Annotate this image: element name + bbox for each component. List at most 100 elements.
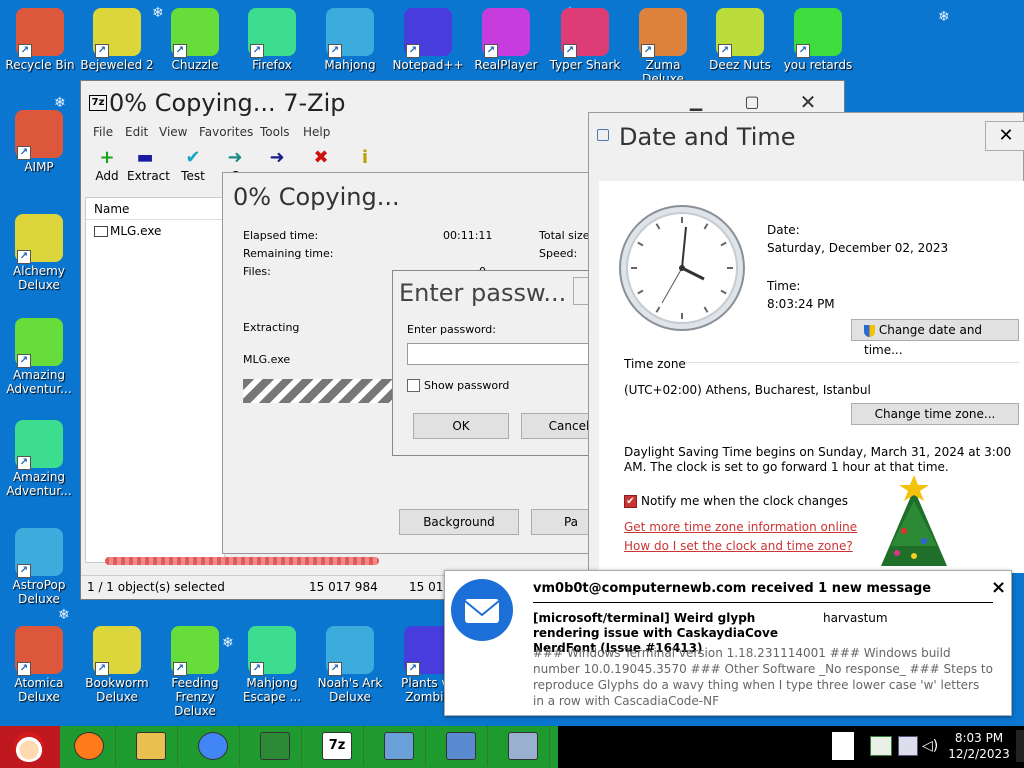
time-zone-info-link[interactable]: Get more time zone information online: [624, 520, 857, 534]
desktop-icon-label: Alchemy Deluxe: [13, 264, 65, 292]
7zip-menubar: File Edit View Favorites Tools Help: [81, 125, 591, 143]
desktop-icon[interactable]: ↗ Feeding Frenzy Deluxe: [155, 626, 235, 718]
desktop-icon[interactable]: ↗ Mahjong: [310, 8, 390, 72]
desktop-icon-label: Mahjong: [324, 58, 376, 72]
taskbar-app-button[interactable]: [186, 726, 240, 766]
toolbar-button[interactable]: ▬ Extract: [127, 147, 170, 183]
password-input[interactable]: [407, 343, 603, 365]
menu-file[interactable]: File: [93, 125, 113, 139]
desktop-icon[interactable]: ↗ Deez Nuts: [700, 8, 780, 72]
taskbar-app-button[interactable]: [372, 726, 426, 766]
desktop-icon[interactable]: ↗ AIMP: [0, 110, 79, 174]
change-time-zone-button[interactable]: Change time zone...: [851, 403, 1019, 425]
volume-icon[interactable]: [898, 736, 918, 756]
desktop-icon[interactable]: ↗ Bejeweled 2: [77, 8, 157, 72]
start-button[interactable]: [0, 726, 60, 768]
shortcut-arrow-icon: ↗: [17, 250, 31, 264]
taskbar-app-button[interactable]: 7z: [310, 726, 364, 766]
desktop-icon-label: you retards: [783, 58, 853, 72]
toolbar-button[interactable]: ➜: [259, 147, 295, 169]
elapsed-label: Elapsed time:: [243, 229, 319, 242]
realplayer-icon: ↗: [482, 8, 530, 58]
speaker-icon[interactable]: ◁): [922, 738, 938, 754]
shortcut-arrow-icon: ↗: [328, 662, 342, 676]
shortcut-arrow-icon: ↗: [250, 44, 264, 58]
shortcut-arrow-icon: ↗: [484, 44, 498, 58]
shortcut-arrow-icon: ↗: [17, 146, 31, 160]
shortcut-arrow-icon: ↗: [641, 44, 655, 58]
desktop-icon[interactable]: ↗ Firefox: [232, 8, 312, 72]
toolbar-icon: ✖: [313, 147, 329, 168]
show-hidden-icons[interactable]: [832, 732, 854, 760]
exe-file-icon: [94, 226, 108, 237]
password-title[interactable]: Enter passw...: [399, 279, 566, 307]
taskbar-app-button[interactable]: [434, 726, 488, 766]
copying-title[interactable]: 0% Copying...: [233, 183, 400, 211]
desktop-icon[interactable]: ↗ Recycle Bin: [0, 8, 80, 72]
desktop-icon[interactable]: ↗ Bookworm Deluxe: [77, 626, 157, 704]
notify-checkbox[interactable]: ✔: [624, 495, 637, 508]
menu-edit[interactable]: Edit: [125, 125, 148, 139]
toolbar-icon: i: [361, 147, 369, 168]
taskbar-app-button[interactable]: [248, 726, 302, 766]
shortcut-arrow-icon: ↗: [406, 662, 420, 676]
toolbar-icon: ➜: [269, 147, 285, 168]
toolbar-icon: ▬: [136, 147, 154, 168]
menu-favorites[interactable]: Favorites: [199, 125, 253, 139]
date-time-close-button[interactable]: ✕: [985, 121, 1024, 151]
7zip-logo-icon: 7z: [89, 95, 107, 111]
taskbar-clock[interactable]: 8:03 PM 12/2/2023: [944, 730, 1014, 762]
change-date-time-button[interactable]: Change date and time...: [851, 319, 1019, 357]
feeding-frenzy-icon: ↗: [171, 626, 219, 676]
taskbar-app-button[interactable]: [124, 726, 178, 766]
desktop-icon[interactable]: ↗ Atomica Deluxe: [0, 626, 79, 704]
toolbar-label: Extract: [127, 169, 170, 183]
toolbar-label: Test: [181, 169, 205, 183]
toolbar-button[interactable]: ✖: [303, 147, 339, 169]
show-desktop-button[interactable]: [1016, 730, 1024, 762]
taskbar-app-button[interactable]: [496, 726, 550, 766]
desktop-icon[interactable]: ↗ Chuzzle: [155, 8, 235, 72]
list-item[interactable]: MLG.exe: [86, 220, 224, 242]
desktop-icon[interactable]: ↗ Typer Shark: [545, 8, 625, 72]
toolbar-button[interactable]: i: [347, 147, 383, 169]
desktop-icon[interactable]: ↗ Notepad++: [388, 8, 468, 72]
menu-help[interactable]: Help: [303, 125, 330, 139]
show-password-checkbox[interactable]: [407, 379, 420, 392]
taskbar-app-button[interactable]: [62, 726, 116, 766]
mail-notification[interactable]: vm0b0t@computernewb.com received 1 new m…: [444, 570, 1012, 716]
menu-tools[interactable]: Tools: [260, 125, 290, 139]
shortcut-arrow-icon: ↗: [95, 662, 109, 676]
desktop-icon[interactable]: ↗ Alchemy Deluxe: [0, 214, 79, 292]
menu-view[interactable]: View: [159, 125, 187, 139]
desktop-icon-label: AIMP: [24, 160, 54, 174]
desktop-icon[interactable]: ↗ you retards: [778, 8, 858, 72]
network-icon[interactable]: [870, 736, 892, 756]
desktop-icon[interactable]: ↗ Mahjong Escape ...: [232, 626, 312, 704]
notification-header: vm0b0t@computernewb.com received 1 new m…: [533, 581, 932, 596]
change-date-time-label: Change date and time...: [864, 323, 983, 357]
shortcut-arrow-icon: ↗: [17, 354, 31, 368]
clock-help-link[interactable]: How do I set the clock and time zone?: [624, 539, 853, 553]
ok-button[interactable]: OK: [413, 413, 509, 439]
date-time-title[interactable]: Date and Time: [619, 123, 796, 151]
desktop-icon[interactable]: ↗ Amazing Adventur...: [0, 420, 79, 498]
shortcut-arrow-icon: ↗: [718, 44, 732, 58]
uac-shield-icon: [864, 324, 875, 337]
notification-close-button[interactable]: ×: [991, 577, 1006, 598]
mahjong-icon: ↗: [326, 8, 374, 58]
background-button[interactable]: Background: [399, 509, 519, 535]
notification-sender: harvastum: [823, 611, 888, 625]
desktop-icon[interactable]: ↗ AstroPop Deluxe: [0, 528, 79, 606]
toolbar-button[interactable]: ✔ Test: [175, 147, 211, 183]
progress-strip: [105, 557, 379, 565]
toolbar-button[interactable]: + Add: [89, 147, 125, 183]
bookworm-icon: ↗: [93, 626, 141, 676]
desktop-icon[interactable]: ↗ RealPlayer: [466, 8, 546, 72]
desktop-icon[interactable]: ↗ Zuma Deluxe: [623, 8, 703, 86]
desktop-icon[interactable]: ↗ Amazing Adventur...: [0, 318, 79, 396]
desktop-icon[interactable]: ↗ Noah's Ark Deluxe: [310, 626, 390, 704]
status-size: 15 017 984: [309, 580, 378, 594]
column-header-name[interactable]: Name: [86, 198, 224, 220]
files-label: Files:: [243, 265, 271, 278]
